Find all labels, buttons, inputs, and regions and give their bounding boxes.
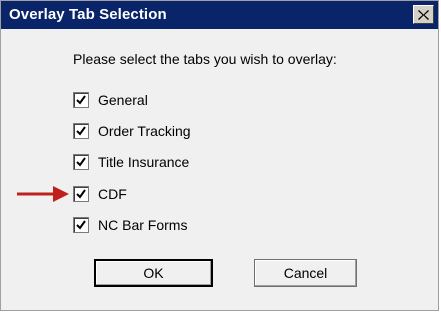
overlay-tab-selection-dialog: Overlay Tab Selection Please select the … — [0, 0, 439, 311]
checkbox-order-tracking[interactable] — [73, 123, 89, 139]
checkmark-icon — [76, 189, 86, 199]
option-label: CDF — [98, 186, 127, 202]
checkbox-cdf[interactable] — [73, 186, 89, 202]
checkmark-icon — [76, 157, 86, 167]
ok-button[interactable]: OK — [94, 259, 213, 287]
option-cdf[interactable]: CDF — [73, 185, 127, 203]
option-label: Title Insurance — [98, 154, 190, 170]
red-arrow-icon — [17, 186, 69, 202]
title-bar[interactable]: Overlay Tab Selection — [1, 1, 438, 29]
option-label: Order Tracking — [98, 123, 191, 139]
cancel-button[interactable]: Cancel — [254, 259, 357, 287]
option-general[interactable]: General — [73, 91, 148, 109]
checkmark-icon — [76, 126, 86, 136]
option-label: General — [98, 92, 148, 108]
option-title-insurance[interactable]: Title Insurance — [73, 153, 189, 171]
option-label: NC Bar Forms — [98, 217, 188, 233]
checkbox-general[interactable] — [73, 92, 89, 108]
checkmark-icon — [76, 95, 86, 105]
option-order-tracking[interactable]: Order Tracking — [73, 122, 191, 140]
checkbox-title-insurance[interactable] — [73, 154, 89, 170]
option-nc-bar-forms[interactable]: NC Bar Forms — [73, 216, 187, 234]
checkbox-nc-bar-forms[interactable] — [73, 217, 89, 233]
close-button[interactable] — [413, 5, 434, 24]
close-icon — [418, 9, 429, 20]
dialog-title: Overlay Tab Selection — [9, 6, 167, 23]
checkmark-icon — [76, 220, 86, 230]
instruction-text: Please select the tabs you wish to overl… — [73, 51, 337, 67]
